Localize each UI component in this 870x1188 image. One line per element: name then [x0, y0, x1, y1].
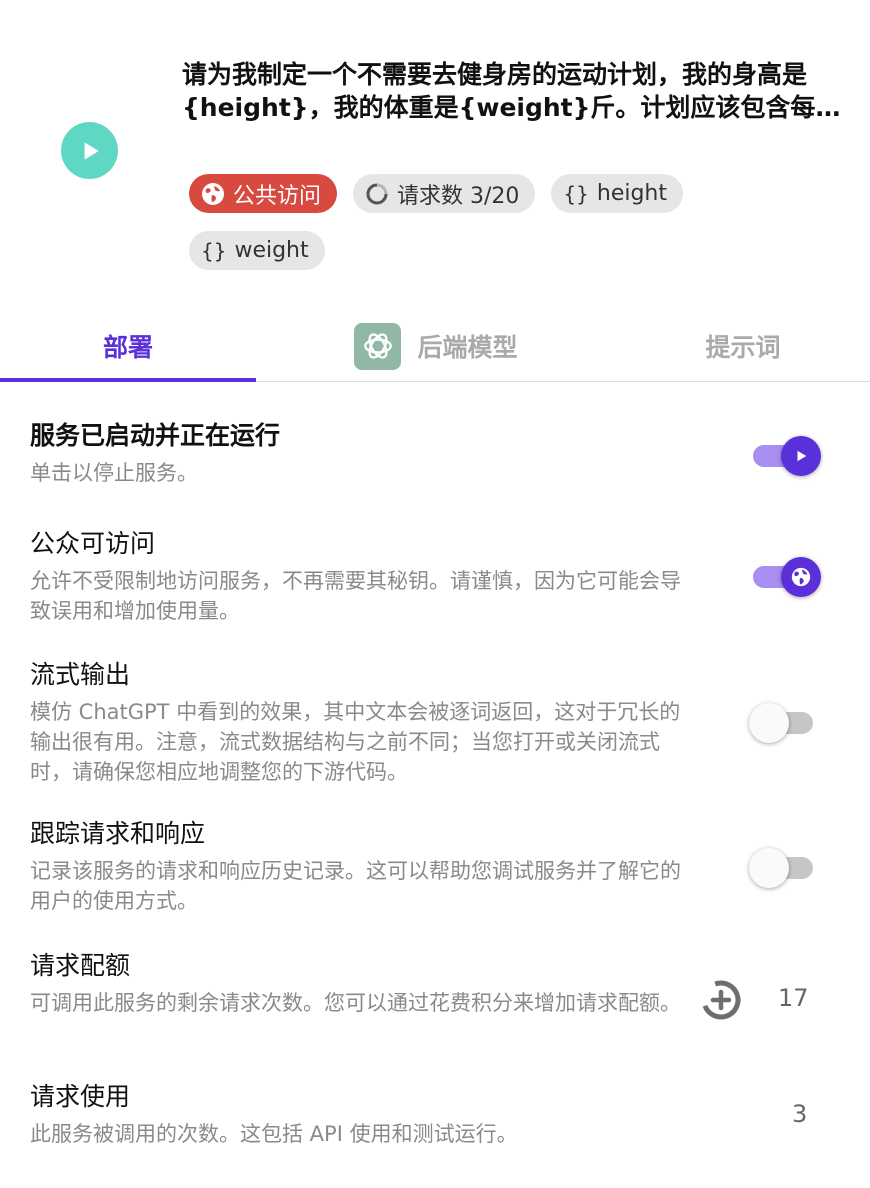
- add-quota-button[interactable]: [700, 979, 742, 1021]
- globe-icon: [201, 182, 225, 206]
- chip-list: 公共访问 请求数 3/20 {} height {} weight: [189, 174, 749, 270]
- setting-title: 公众可访问: [30, 529, 156, 558]
- chip-label: height: [596, 181, 667, 206]
- tab-bar: 部署 后端模型 提示词: [0, 312, 870, 382]
- trace-toggle[interactable]: [749, 847, 819, 888]
- setting-request-usage: 请求使用 此服务被调用的次数。这包括 API 使用和测试运行。: [30, 1079, 850, 1149]
- tab-backend-model[interactable]: 后端模型: [256, 312, 616, 380]
- public-access-chip[interactable]: 公共访问: [189, 174, 338, 213]
- play-button[interactable]: [61, 122, 118, 179]
- variable-chip-height[interactable]: {} height: [551, 174, 683, 213]
- setting-title: 流式输出: [30, 660, 131, 689]
- usage-value: 3: [792, 1100, 808, 1128]
- chip-label: 公共访问: [233, 183, 322, 209]
- tab-prompt[interactable]: 提示词: [616, 312, 870, 380]
- setting-streaming-output: 流式输出 模仿 ChatGPT 中看到的效果，其中文本会被逐词返回，这对于冗长的…: [30, 657, 850, 787]
- chip-label: weight: [234, 238, 309, 263]
- tab-label: 提示词: [705, 333, 781, 362]
- tab-label: 后端模型: [417, 333, 518, 362]
- setting-title: 服务已启动并正在运行: [30, 421, 281, 450]
- setting-description: 可调用此服务的剩余请求次数。您可以通过花费积分来增加请求配额。: [30, 991, 681, 1015]
- tab-label: 部署: [102, 333, 153, 362]
- progress-circle-icon: [365, 182, 389, 206]
- streaming-toggle[interactable]: [749, 702, 819, 743]
- braces-icon: {}: [201, 238, 227, 263]
- setting-public-access: 公众可访问 允许不受限制地访问服务，不再需要其秘钥。请谨慎，因为它可能会导致误用…: [30, 526, 850, 626]
- service-title: 请为我制定一个不需要去健身房的运动计划，我的身高是{height}，我的体重是{…: [182, 60, 841, 122]
- globe-icon: [781, 557, 821, 597]
- play-icon: [84, 141, 99, 160]
- setting-service-running: 服务已启动并正在运行 单击以停止服务。: [30, 418, 850, 488]
- setting-description: 允许不受限制地访问服务，不再需要其秘钥。请谨慎，因为它可能会导致误用和增加使用量…: [30, 569, 681, 623]
- public-access-toggle[interactable]: [751, 556, 821, 597]
- setting-description: 单击以停止服务。: [30, 461, 198, 485]
- braces-icon: {}: [563, 181, 589, 206]
- setting-description: 模仿 ChatGPT 中看到的效果，其中文本会被逐词返回，这对于冗长的输出很有用…: [30, 700, 681, 784]
- setting-title: 跟踪请求和响应: [30, 819, 206, 848]
- service-running-toggle[interactable]: [751, 435, 821, 476]
- setting-description: 记录该服务的请求和响应历史记录。这可以帮助您调试服务并了解它的用户的使用方式。: [30, 859, 681, 913]
- request-count-chip[interactable]: 请求数 3/20: [353, 174, 536, 213]
- chip-label: 请求数 3/20: [397, 183, 520, 209]
- setting-title: 请求使用: [30, 1082, 131, 1111]
- setting-description: 此服务被调用的次数。这包括 API 使用和测试运行。: [30, 1122, 518, 1146]
- quota-value: 17: [778, 984, 809, 1012]
- setting-trace-requests: 跟踪请求和响应 记录该服务的请求和响应历史记录。这可以帮助您调试服务并了解它的用…: [30, 816, 850, 916]
- add-circle-icon: [701, 980, 741, 1020]
- openai-logo-icon: [354, 322, 402, 370]
- active-tab-indicator: [0, 378, 256, 382]
- play-icon: [781, 436, 821, 476]
- variable-chip-weight[interactable]: {} weight: [189, 231, 325, 270]
- tab-deploy[interactable]: 部署: [0, 312, 256, 380]
